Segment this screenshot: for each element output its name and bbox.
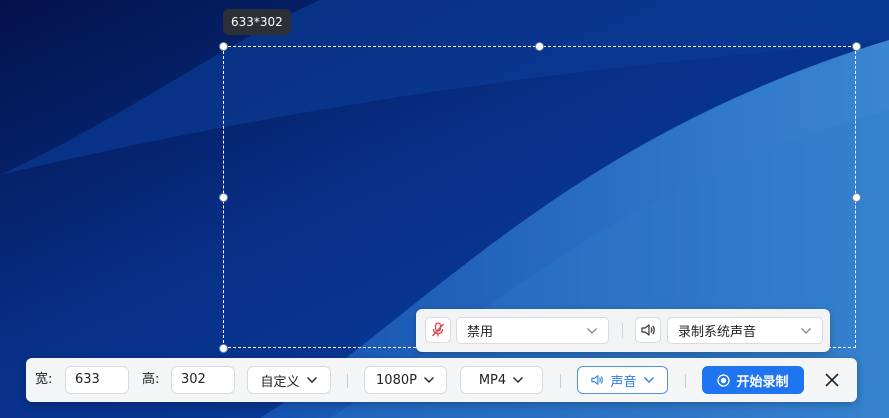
- capture-region[interactable]: [223, 46, 856, 348]
- divider: [685, 374, 686, 388]
- speaker-icon: [641, 324, 655, 336]
- width-input[interactable]: 633: [65, 366, 129, 394]
- mic-source-value: 禁用: [467, 325, 494, 340]
- resize-handle-left[interactable]: [218, 192, 228, 202]
- resize-handle-top-left[interactable]: [218, 41, 228, 51]
- audio-settings-panel: 禁用 录制系统声音: [416, 309, 830, 352]
- quality-dropdown[interactable]: 1080P: [364, 366, 447, 394]
- divider: [347, 374, 348, 388]
- divider: [560, 374, 561, 388]
- chevron-down-icon: [801, 327, 811, 334]
- width-label: 宽:: [35, 372, 53, 387]
- divider: [622, 323, 623, 338]
- height-label: 高:: [142, 372, 160, 387]
- chevron-down-icon: [423, 377, 434, 383]
- speaker-source-value: 录制系统声音: [678, 325, 757, 340]
- resize-handle-top[interactable]: [534, 41, 544, 51]
- record-icon: [717, 373, 731, 387]
- chevron-down-icon: [643, 377, 654, 383]
- sound-label: 声音: [610, 374, 637, 390]
- aspect-ratio-value: 自定义: [260, 374, 300, 390]
- speaker-source-dropdown[interactable]: 录制系统声音: [667, 317, 823, 344]
- resize-handle-bottom-left[interactable]: [218, 343, 228, 353]
- resize-handle-top-right[interactable]: [851, 41, 861, 51]
- format-value: MP4: [478, 372, 507, 388]
- sound-settings-button[interactable]: 声音: [577, 366, 668, 394]
- aspect-ratio-dropdown[interactable]: 自定义: [247, 366, 331, 394]
- chevron-down-icon: [587, 327, 597, 334]
- format-dropdown[interactable]: MP4: [460, 366, 543, 394]
- chevron-down-icon: [513, 377, 524, 383]
- mic-toggle-button[interactable]: [425, 317, 451, 343]
- start-recording-label: 开始录制: [736, 374, 789, 390]
- start-recording-button[interactable]: 开始录制: [702, 366, 804, 394]
- speaker-toggle-button[interactable]: [635, 317, 661, 343]
- selection-size-tooltip: 633*302: [223, 9, 291, 35]
- height-input[interactable]: 302: [171, 366, 235, 394]
- speaker-icon: [591, 375, 604, 385]
- close-icon: [825, 373, 839, 387]
- quality-value: 1080P: [376, 372, 417, 388]
- chevron-down-icon: [306, 377, 317, 383]
- mic-muted-icon: [431, 322, 445, 337]
- record-toolbar: 宽: 633 高: 302 自定义 1080P MP4 声音 开始录制: [26, 358, 857, 402]
- mic-source-dropdown[interactable]: 禁用: [456, 317, 609, 344]
- close-button[interactable]: [822, 370, 842, 390]
- resize-handle-right[interactable]: [851, 192, 861, 202]
